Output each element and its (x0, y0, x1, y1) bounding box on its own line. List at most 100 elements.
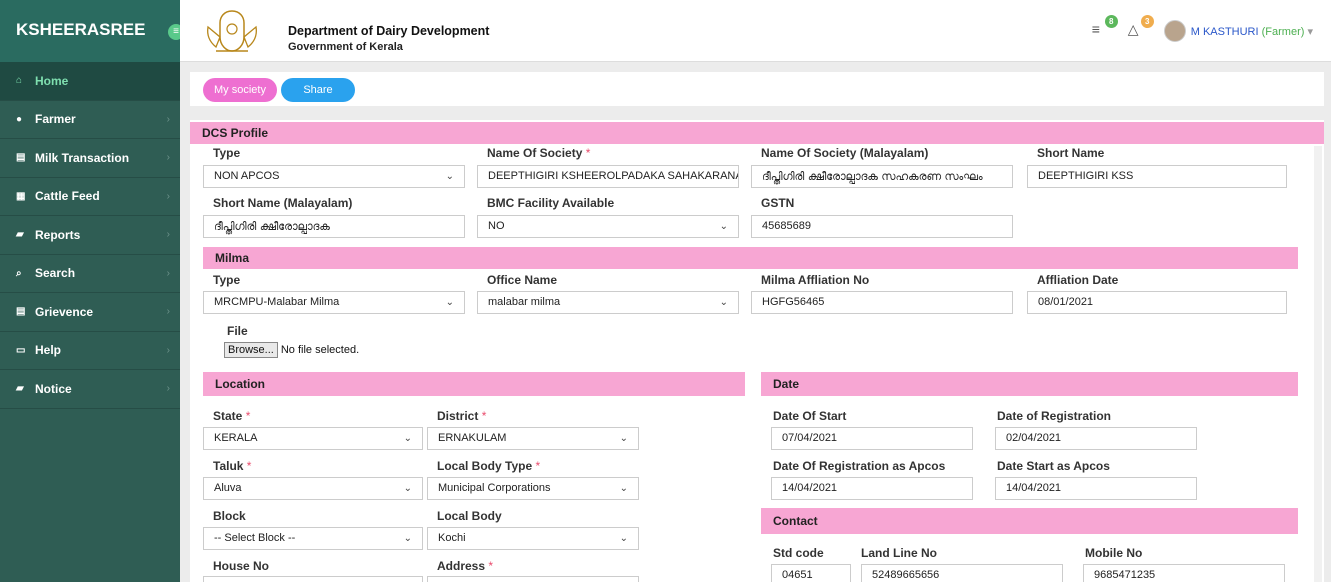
mobile-label: Mobile No (1085, 546, 1143, 560)
chevron-down-icon: ▾ (1307, 25, 1313, 38)
gstn-input[interactable]: 45685689 (751, 215, 1013, 238)
select-value: Aluva (214, 482, 242, 494)
tab-share[interactable]: Share (281, 78, 355, 102)
user-icon: ● (16, 113, 23, 125)
landline-label: Land Line No (861, 546, 937, 560)
browse-button[interactable]: Browse... (224, 342, 278, 358)
sidebar-item-farmer[interactable]: ● Farmer › (0, 101, 180, 139)
department-name: Department of Dairy Development (288, 24, 490, 38)
cart-icon: ▦ (16, 190, 26, 202)
date-registration-apcos-label: Date Of Registration as Apcos (773, 459, 946, 473)
chevron-right-icon: › (166, 306, 170, 318)
short-name-ml-label: Short Name (Malayalam) (213, 196, 353, 210)
date-registration-apcos-input[interactable]: 14/04/2021 (771, 477, 973, 500)
chevron-right-icon: › (166, 267, 170, 279)
affiliation-date-label: Affliation Date (1037, 273, 1119, 287)
landline-input[interactable]: 52489665656 (861, 564, 1063, 582)
date-start-input[interactable]: 07/04/2021 (771, 427, 973, 450)
office-name-label: Office Name (487, 273, 558, 287)
sidebar-item-label: Reports (35, 227, 81, 242)
sidebar-item-milk-transaction[interactable]: ▤ Milk Transaction › (0, 139, 180, 178)
society-name-ml-input[interactable]: ദീപ്തിഗിരി ക്ഷീരോല്പാദക സഹകരണ സംഘം (751, 165, 1013, 188)
messages-count-badge: 8 (1104, 15, 1118, 28)
section-header-milma: Milma (203, 247, 1298, 269)
address-input[interactable] (427, 576, 639, 582)
address-label: Address * (437, 559, 494, 573)
user-name: M KASTHURI (1190, 25, 1259, 38)
sidebar-item-label: Farmer (35, 112, 76, 127)
user-menu[interactable]: M KASTHURI (Farmer) ▾ (1163, 20, 1313, 42)
sidebar-item-label: Grievence (35, 304, 94, 319)
state-select[interactable]: KERALA ⌄ (203, 427, 423, 450)
short-name-ml-input[interactable]: ദീപ്തിഗിരി ക്ഷീരോല്പാദക (203, 215, 465, 238)
date-registration-input[interactable]: 02/04/2021 (995, 427, 1197, 450)
panel-scrollbar[interactable] (1314, 146, 1322, 582)
book-icon: ▰ (16, 383, 24, 395)
notifications-button[interactable]: △ 3 (1128, 15, 1154, 41)
sidebar-item-help[interactable]: ▭ Help › (0, 332, 180, 370)
section-header-dcs-profile: DCS Profile (190, 122, 1324, 144)
chevron-right-icon: › (166, 113, 170, 125)
sidebar-item-search[interactable]: ⌕ Search › (0, 255, 180, 293)
brand-title: KSHEERASREE (16, 20, 146, 39)
tab-bar: My society Share (190, 72, 1324, 106)
short-name-label: Short Name (1037, 146, 1105, 160)
block-select[interactable]: -- Select Block -- ⌄ (203, 527, 423, 550)
select-value: Kochi (438, 532, 466, 544)
society-name-input[interactable]: DEEPTHIGIRI KSHEEROLPADAKA SAHAKARANA (477, 165, 739, 188)
date-start-apcos-input[interactable]: 14/04/2021 (995, 477, 1197, 500)
avatar (1163, 20, 1186, 42)
block-label: Block (213, 509, 246, 523)
search-icon: ⌕ (16, 267, 22, 279)
sidebar-item-reports[interactable]: ▰ Reports › (0, 216, 180, 255)
app-brand[interactable]: KSHEERASREE (0, 0, 190, 62)
sidebar-item-label: Help (35, 343, 62, 358)
affiliation-date-input[interactable]: 08/01/2021 (1027, 291, 1287, 314)
sidebar: ⌂ Home ● Farmer › ▤ Milk Transaction › ▦… (0, 62, 180, 582)
select-value: -- Select Block -- (214, 532, 296, 544)
list-icon: ≡ (1091, 21, 1100, 37)
chevron-right-icon: › (166, 152, 170, 164)
sidebar-item-label: Home (35, 73, 69, 88)
chevron-right-icon: › (166, 383, 170, 395)
file-label: File (227, 324, 248, 338)
chevron-down-icon: ⌄ (619, 483, 628, 494)
std-code-label: Std code (773, 546, 824, 560)
chart-icon: ▤ (16, 152, 26, 164)
office-name-select[interactable]: malabar milma ⌄ (477, 291, 739, 314)
monitor-icon: ▭ (16, 344, 26, 356)
select-value: NO (488, 220, 505, 232)
kerala-emblem-logo (207, 10, 257, 52)
taluk-select[interactable]: Aluva ⌄ (203, 477, 423, 500)
select-value: ERNAKULAM (438, 432, 507, 444)
affiliation-no-input[interactable]: HGFG56465 (751, 291, 1013, 314)
society-name-ml-label: Name Of Society (Malayalam) (761, 146, 929, 160)
milma-type-select[interactable]: MRCMPU-Malabar Milma ⌄ (203, 291, 465, 314)
mobile-input[interactable]: 9685471235 (1083, 564, 1285, 582)
district-select[interactable]: ERNAKULAM ⌄ (427, 427, 639, 450)
sidebar-item-home[interactable]: ⌂ Home (0, 62, 180, 101)
sidebar-item-label: Notice (35, 381, 72, 396)
date-start-apcos-label: Date Start as Apcos (997, 459, 1110, 473)
sidebar-item-notice[interactable]: ▰ Notice › (0, 370, 180, 409)
local-body-type-select[interactable]: Municipal Corporations ⌄ (427, 477, 639, 500)
chevron-down-icon: ⌄ (403, 483, 412, 494)
messages-button[interactable]: ≡ 8 (1091, 15, 1118, 41)
local-body-select[interactable]: Kochi ⌄ (427, 527, 639, 550)
state-label: State * (213, 409, 251, 423)
select-value: KERALA (214, 432, 258, 444)
house-no-input[interactable] (203, 576, 423, 582)
sidebar-item-cattle-feed[interactable]: ▦ Cattle Feed › (0, 178, 180, 216)
sidebar-item-grievence[interactable]: ▤ Grievence › (0, 293, 180, 332)
society-type-select[interactable]: NON APCOS ⌄ (203, 165, 465, 188)
std-code-input[interactable]: 04651 (771, 564, 851, 582)
type-label: Type (213, 146, 241, 160)
tab-my-society[interactable]: My society (203, 78, 277, 102)
short-name-input[interactable]: DEEPTHIGIRI KSS (1027, 165, 1287, 188)
chevron-right-icon: › (166, 344, 170, 356)
chevron-down-icon: ⌄ (403, 533, 412, 544)
chevron-down-icon: ⌄ (445, 171, 454, 182)
date-start-label: Date Of Start (773, 409, 847, 423)
section-header-date: Date (761, 372, 1298, 396)
bmc-select[interactable]: NO ⌄ (477, 215, 739, 238)
